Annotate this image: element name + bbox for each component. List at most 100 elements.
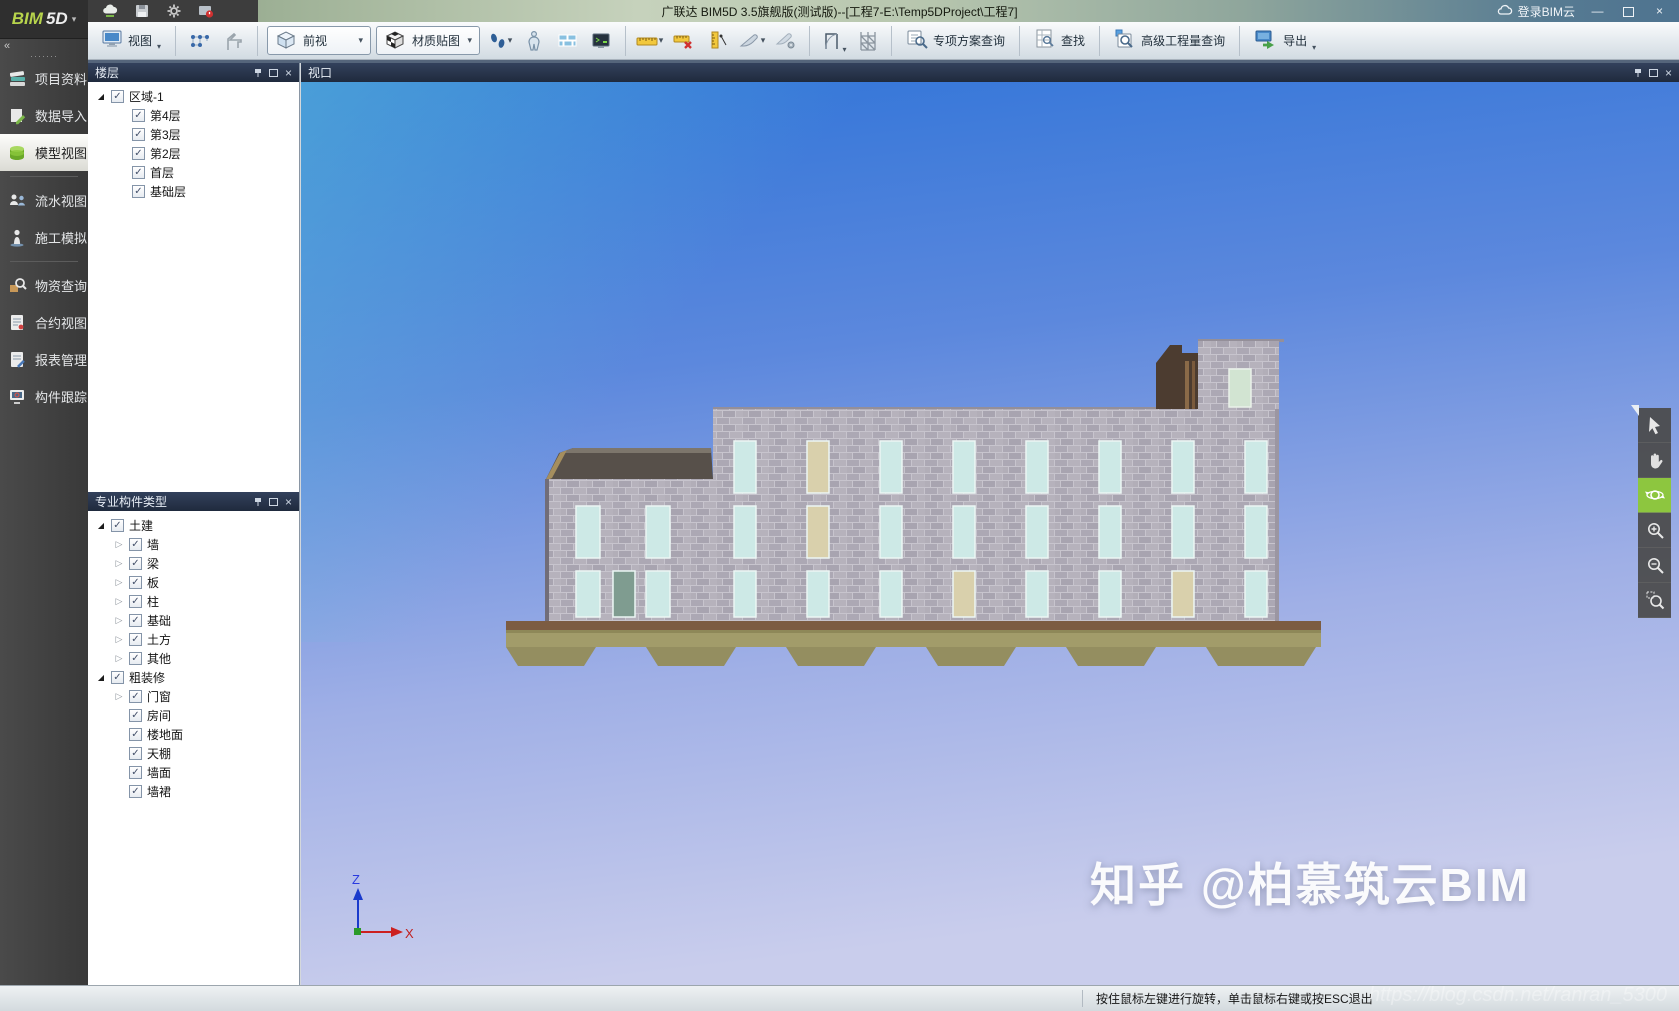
walkthrough-button[interactable] [519,26,548,55]
view-button[interactable]: 视图 ▾ [96,27,166,54]
zoom-in-tool[interactable] [1638,513,1671,548]
checkbox[interactable]: ✓ [111,519,124,532]
checkbox[interactable]: ✓ [111,671,124,684]
close-icon[interactable]: × [285,67,292,79]
axis-grid-button[interactable] [185,26,214,55]
sidebar-item-data-import[interactable]: 数据导入 [0,97,88,134]
tree-item-floor-4[interactable]: ✓第4层 [88,106,299,125]
checkbox[interactable]: ✓ [132,147,145,160]
tree-item-other[interactable]: ▷✓其他 [88,649,299,668]
expander-icon[interactable]: ▷ [114,596,124,607]
chevron-down-icon[interactable]: ▾ [1312,44,1316,52]
chevron-down-icon[interactable]: ▾ [468,36,473,45]
tree-item-floor-finish[interactable]: ✓楼地面 [88,725,299,744]
crane-button[interactable] [219,26,248,55]
pin-icon[interactable] [1634,68,1642,78]
expander-icon[interactable]: ▷ [114,539,124,550]
exit-app-icon[interactable] [198,3,214,19]
checkbox[interactable]: ✓ [129,785,142,798]
save-icon[interactable] [134,3,150,19]
tree-item-slab[interactable]: ▷✓板 [88,573,299,592]
scaffold-button[interactable] [853,26,882,55]
export-button[interactable]: 导出 ▾ [1249,26,1321,55]
tree-item-earthwork[interactable]: ▷✓土方 [88,630,299,649]
sidebar-item-component-tracking[interactable]: 构件跟踪 [0,378,88,415]
select-cursor-tool[interactable] [1638,408,1671,443]
checkbox[interactable]: ✓ [129,766,142,779]
tree-item-column[interactable]: ▷✓柱 [88,592,299,611]
zoom-out-tool[interactable] [1638,548,1671,583]
checkbox[interactable]: ✓ [129,614,142,627]
tree-item-dado[interactable]: ✓墙裙 [88,782,299,801]
checkbox[interactable]: ✓ [129,538,142,551]
checkbox[interactable]: ✓ [129,576,142,589]
sidebar-item-contract-view[interactable]: 合约视图 [0,304,88,341]
checkbox[interactable]: ✓ [132,109,145,122]
tree-item-region-1[interactable]: ◢ ✓ 区域-1 [88,87,299,106]
chevron-down-icon[interactable]: ▾ [508,36,513,45]
close-button[interactable]: × [1644,0,1675,22]
checkbox[interactable]: ✓ [129,633,142,646]
tree-item-door-window[interactable]: ▷✓门窗 [88,687,299,706]
sidebar-item-flow-view[interactable]: 流水视图 [0,182,88,219]
tree-item-wall-face[interactable]: ✓墙面 [88,763,299,782]
settings-gear-icon[interactable] [166,3,182,19]
vertical-measure-button[interactable] [703,26,732,55]
material-mode-dropdown[interactable]: 材质贴图 ▾ [376,26,480,55]
chevron-down-icon[interactable]: ▾ [157,43,161,51]
checkbox[interactable]: ✓ [129,652,142,665]
sidebar-item-material-query[interactable]: 物资查询 [0,267,88,304]
find-button[interactable]: 查找 [1029,26,1090,55]
tree-item-wall[interactable]: ▷✓墙 [88,535,299,554]
expander-icon[interactable]: ◢ [96,92,106,101]
checkbox[interactable]: ✓ [129,747,142,760]
chevron-down-icon[interactable]: ▾ [359,36,364,45]
checkbox[interactable]: ✓ [129,595,142,608]
expander-icon[interactable]: ▷ [114,653,124,664]
brick-wall-button[interactable] [553,26,582,55]
expander-icon[interactable]: ▷ [114,691,124,702]
expander-icon[interactable]: ▷ [114,577,124,588]
expander-icon[interactable]: ▷ [114,558,124,569]
chevron-down-icon[interactable]: ▾ [659,36,664,45]
cloud-sync-icon[interactable] [102,3,118,19]
expander-icon[interactable]: ▷ [114,615,124,626]
tree-item-beam[interactable]: ▷✓梁 [88,554,299,573]
checkbox[interactable]: ✓ [132,128,145,141]
clear-measure-button[interactable] [669,26,698,55]
close-icon[interactable]: × [1665,67,1672,79]
tree-item-rough-decoration[interactable]: ◢ ✓ 粗装修 [88,668,299,687]
sidebar-item-report-management[interactable]: 报表管理 [0,341,88,378]
orbit-rotate-tool[interactable] [1638,478,1671,513]
tree-item-civil[interactable]: ◢ ✓ 土建 [88,516,299,535]
app-logo-menu[interactable]: BIM 5D ▾ [0,0,88,39]
measure-ruler-button[interactable]: ▾ [635,26,664,55]
tree-item-floor-2[interactable]: ✓第2层 [88,144,299,163]
tree-item-first-floor[interactable]: ✓首层 [88,163,299,182]
door-opening-button[interactable]: ▾ [819,26,848,55]
float-panel-icon[interactable] [269,497,278,506]
checkbox[interactable]: ✓ [132,166,145,179]
pin-icon[interactable] [254,497,262,507]
tree-item-ceiling[interactable]: ✓天棚 [88,744,299,763]
section-knife-button[interactable]: ▾ [737,26,766,55]
advanced-quantity-query-button[interactable]: 高级工程量查询 [1109,26,1230,55]
expander-icon[interactable]: ▷ [114,634,124,645]
tree-item-room[interactable]: ✓房间 [88,706,299,725]
checkbox[interactable]: ✓ [129,690,142,703]
restore-button[interactable] [1613,0,1644,22]
special-plan-query-button[interactable]: 专项方案查询 [901,26,1010,55]
close-icon[interactable]: × [285,496,292,508]
checkbox[interactable]: ✓ [132,185,145,198]
checkbox[interactable]: ✓ [111,90,124,103]
sidebar-item-model-view[interactable]: 模型视图 [0,134,88,171]
chevron-down-icon[interactable]: ▾ [843,46,847,54]
checkbox[interactable]: ✓ [129,709,142,722]
checkbox[interactable]: ✓ [129,557,142,570]
float-panel-icon[interactable] [1649,68,1658,77]
login-bim-cloud-button[interactable]: 登录BIM云 [1497,0,1575,22]
pan-hand-tool[interactable] [1638,443,1671,478]
chevron-down-icon[interactable]: ▾ [761,36,766,45]
pin-icon[interactable] [254,68,262,78]
collapse-navtools-handle[interactable] [1631,405,1639,416]
